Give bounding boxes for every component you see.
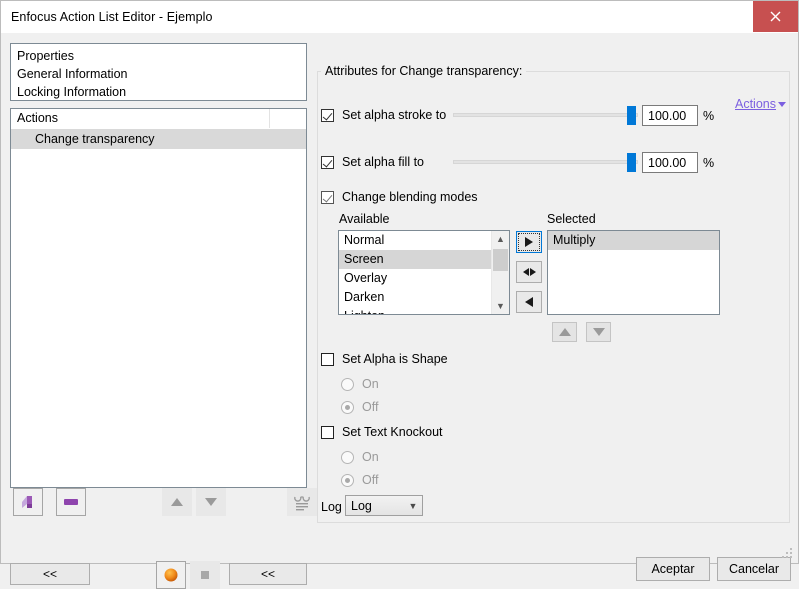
alpha-stroke-label: Set alpha stroke to bbox=[342, 108, 447, 122]
stop-icon[interactable] bbox=[190, 561, 220, 589]
alpha-fill-checkbox[interactable] bbox=[321, 155, 334, 169]
close-icon[interactable] bbox=[753, 1, 798, 32]
slider-track bbox=[453, 113, 638, 117]
move-up-icon[interactable] bbox=[162, 488, 192, 516]
title-bar: Enfocus Action List Editor - Ejemplo bbox=[1, 1, 798, 33]
left-column: Properties General Information Locking I… bbox=[10, 43, 307, 488]
text-knockout-off-row: Off bbox=[341, 473, 378, 487]
text-knockout-off-radio[interactable] bbox=[341, 473, 354, 487]
actions-column-header[interactable]: Actions bbox=[11, 109, 270, 128]
list-item-selected[interactable]: Screen bbox=[339, 250, 509, 269]
scroll-up-icon[interactable]: ▲ bbox=[492, 231, 509, 247]
accept-button[interactable]: Aceptar bbox=[636, 557, 710, 581]
attributes-group-title: Attributes for Change transparency: bbox=[321, 64, 527, 78]
blending-modes-row: Change blending modes bbox=[321, 190, 478, 204]
alpha-stroke-slider[interactable] bbox=[453, 105, 638, 125]
arrow-right-icon[interactable] bbox=[516, 231, 542, 253]
alpha-fill-input[interactable] bbox=[642, 152, 698, 173]
slider-thumb[interactable] bbox=[627, 106, 636, 125]
alpha-fill-slider[interactable] bbox=[453, 152, 638, 172]
text-knockout-on-row: On bbox=[341, 450, 379, 464]
list-item-selected[interactable]: Multiply bbox=[548, 231, 719, 250]
list-item[interactable]: Overlay bbox=[339, 269, 509, 288]
list-item[interactable]: Normal bbox=[339, 231, 509, 250]
alpha-stroke-row: Set alpha stroke to bbox=[321, 108, 446, 122]
chevron-down-icon: ▼ bbox=[408, 500, 418, 511]
collapse-right-button[interactable]: << bbox=[229, 563, 307, 585]
properties-item-1[interactable]: General Information bbox=[11, 65, 306, 83]
blending-modes-label: Change blending modes bbox=[342, 190, 478, 204]
triangle-down-glyph bbox=[592, 328, 605, 336]
alpha-is-shape-checkbox[interactable] bbox=[321, 352, 334, 366]
list-item[interactable]: Change transparency bbox=[11, 129, 306, 149]
collapse-left-button[interactable]: << bbox=[10, 563, 90, 585]
text-knockout-checkbox[interactable] bbox=[321, 425, 334, 439]
selected-list[interactable]: Multiply bbox=[547, 230, 720, 315]
scroll-down-icon[interactable]: ▼ bbox=[492, 298, 509, 314]
arrow-right-glyph bbox=[525, 237, 533, 247]
slider-thumb[interactable] bbox=[627, 153, 636, 172]
dialog-body: Properties General Information Locking I… bbox=[1, 33, 798, 589]
left-toolbar bbox=[10, 488, 317, 518]
text-knockout-on-radio[interactable] bbox=[341, 450, 354, 464]
dialog-window: Enfocus Action List Editor - Ejemplo Pro… bbox=[0, 0, 799, 589]
available-label: Available bbox=[339, 212, 390, 226]
alpha-stroke-input[interactable] bbox=[642, 105, 698, 126]
selected-label: Selected bbox=[547, 212, 596, 226]
log-select-value: Log bbox=[351, 498, 372, 513]
triangle-up-icon[interactable] bbox=[552, 322, 577, 342]
actions-link-label: Actions bbox=[735, 97, 776, 111]
slider-track bbox=[453, 160, 638, 164]
alpha-stroke-unit: % bbox=[703, 109, 715, 123]
arrow-left-right-icon[interactable] bbox=[516, 261, 542, 283]
alpha-is-shape-off-label: Off bbox=[362, 400, 379, 414]
preview-glasses-icon[interactable] bbox=[287, 488, 317, 516]
alpha-fill-unit: % bbox=[703, 156, 715, 170]
check-on-icon[interactable] bbox=[156, 561, 186, 589]
alpha-is-shape-on-row: On bbox=[341, 377, 379, 391]
arrow-left-right-glyph bbox=[522, 268, 536, 276]
text-knockout-label: Set Text Knockout bbox=[342, 425, 443, 439]
text-knockout-row: Set Text Knockout bbox=[321, 425, 443, 439]
blending-modes-checkbox[interactable] bbox=[321, 190, 334, 204]
properties-item-0[interactable]: Properties bbox=[11, 47, 306, 65]
log-label: Log bbox=[321, 500, 342, 514]
text-knockout-off-label: Off bbox=[362, 473, 379, 487]
triangle-up-glyph bbox=[558, 328, 571, 336]
add-action-icon[interactable] bbox=[13, 488, 43, 516]
available-list[interactable]: Normal Screen Overlay Darken Lighten ▲ ▼ bbox=[338, 230, 510, 315]
text-knockout-on-label: On bbox=[362, 450, 379, 464]
cancel-button[interactable]: Cancelar bbox=[717, 557, 791, 581]
alpha-is-shape-row: Set Alpha is Shape bbox=[321, 352, 448, 366]
triangle-down-icon[interactable] bbox=[586, 322, 611, 342]
actions-dropdown-link[interactable]: Actions bbox=[735, 97, 786, 111]
alpha-is-shape-off-radio[interactable] bbox=[341, 400, 354, 414]
actions-list-header: Actions bbox=[11, 109, 306, 129]
alpha-is-shape-label: Set Alpha is Shape bbox=[342, 352, 448, 366]
triangle-down-glyph bbox=[205, 498, 217, 506]
alpha-is-shape-off-row: Off bbox=[341, 400, 378, 414]
actions-list[interactable]: Actions Change transparency bbox=[10, 108, 307, 488]
properties-item-2[interactable]: Locking Information bbox=[11, 83, 306, 101]
log-select[interactable]: Log ▼ bbox=[345, 495, 423, 516]
remove-action-icon[interactable] bbox=[56, 488, 86, 516]
alpha-is-shape-on-label: On bbox=[362, 377, 379, 391]
alpha-fill-label: Set alpha fill to bbox=[342, 155, 424, 169]
alpha-fill-row: Set alpha fill to bbox=[321, 155, 424, 169]
resize-grip-icon[interactable] bbox=[782, 548, 794, 560]
available-list-scrollbar[interactable]: ▲ ▼ bbox=[491, 231, 509, 314]
list-item[interactable]: Darken bbox=[339, 288, 509, 307]
arrow-left-icon[interactable] bbox=[516, 291, 542, 313]
chevron-down-icon bbox=[778, 101, 786, 107]
actions-column-header-2[interactable] bbox=[270, 109, 306, 128]
alpha-is-shape-on-radio[interactable] bbox=[341, 377, 354, 391]
list-item[interactable]: Lighten bbox=[339, 307, 509, 314]
alpha-stroke-checkbox[interactable] bbox=[321, 108, 334, 122]
move-down-icon[interactable] bbox=[196, 488, 226, 516]
properties-list[interactable]: Properties General Information Locking I… bbox=[10, 43, 307, 101]
triangle-up-glyph bbox=[171, 498, 183, 506]
window-title: Enfocus Action List Editor - Ejemplo bbox=[11, 9, 213, 24]
scrollbar-thumb[interactable] bbox=[493, 249, 508, 271]
arrow-left-glyph bbox=[525, 297, 533, 307]
